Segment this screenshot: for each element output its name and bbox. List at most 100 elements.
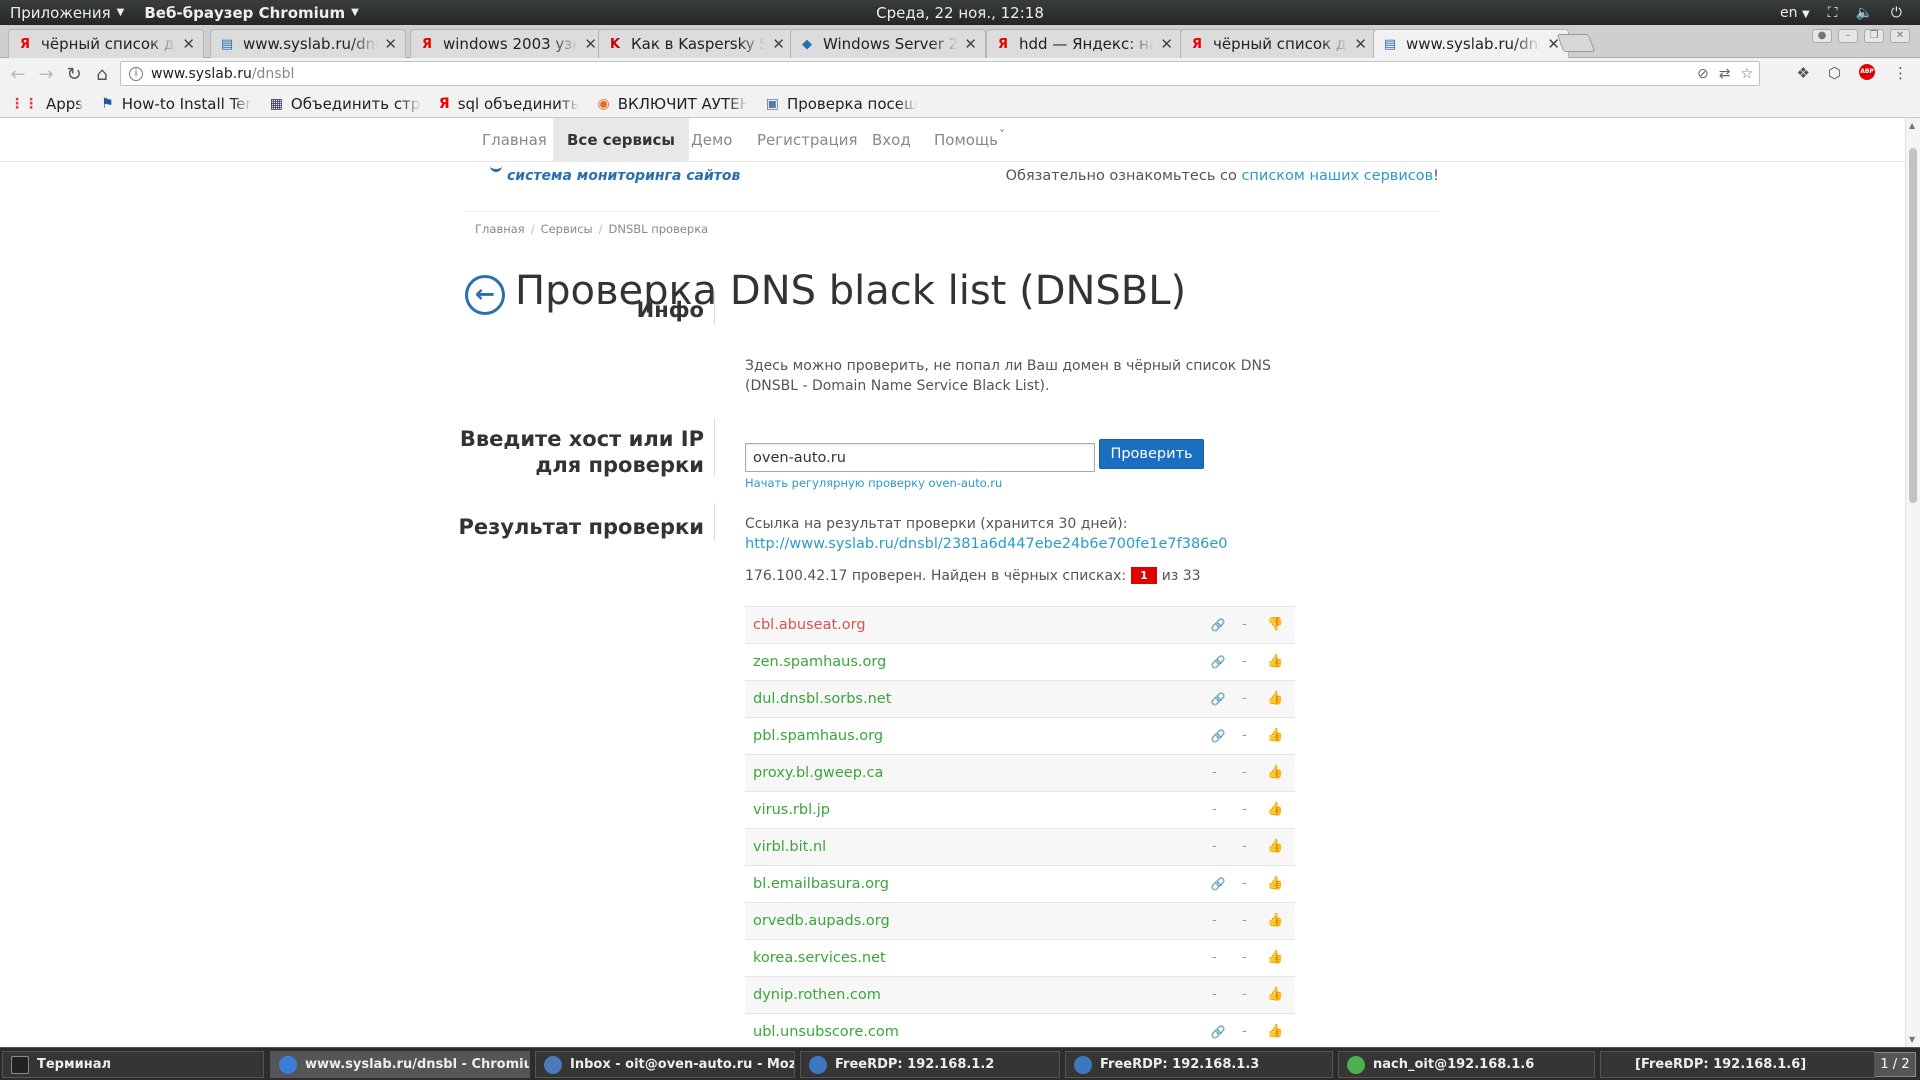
page-viewport: Главная Все сервисы Демо Регистрация Вход Пом… (0, 118, 1905, 1047)
blacklist-domain[interactable]: dynip.rothen.com (753, 977, 881, 1013)
reload-icon[interactable]: ↻ (60, 64, 88, 85)
link-icon[interactable]: 🔗 (1209, 866, 1227, 902)
browser-tab[interactable]: Яwindows 2003 узнать ✕ (410, 29, 606, 58)
taskbar-item[interactable]: nach_oit@192.168.1.6 (1338, 1051, 1595, 1078)
new-tab-button[interactable] (1556, 34, 1596, 52)
site-nav-item[interactable]: Вход (858, 118, 925, 162)
scroll-up-icon[interactable]: ▲ (1909, 121, 1915, 130)
bookmark-item[interactable]: ▣ Проверка посещаемости (766, 95, 917, 113)
site-nav-item[interactable]: Демо (677, 118, 746, 162)
extension-icon[interactable]: ❖ (1796, 64, 1809, 82)
browser-tab[interactable]: Яhdd — Яндекс: нашлось ✕ (986, 29, 1182, 58)
profile-icon[interactable]: ● (1812, 29, 1832, 43)
bookmark-item[interactable]: Яsql объединить (439, 95, 580, 113)
close-tab-icon[interactable]: ✕ (772, 35, 785, 53)
blacklist-domain[interactable]: cbl.abuseat.org (753, 607, 866, 643)
tab-title: чёрный список домена (41, 35, 176, 53)
browser-tab[interactable]: ▤www.syslab.ru/dnsbl✕ (1373, 29, 1569, 58)
close-tab-icon[interactable]: ✕ (182, 35, 195, 53)
thumbs-up-icon: 👍 (1267, 913, 1284, 928)
close-window-button[interactable]: ✕ (1890, 29, 1910, 43)
forward-arrow-icon[interactable]: → (32, 64, 60, 85)
extension-shield-icon[interactable]: ⬡ (1828, 64, 1841, 82)
bookmark-item[interactable]: ◉ ВКЛЮЧИТ АУТЕНТИФ (597, 95, 747, 113)
browser-tab[interactable]: ▤www.syslab.ru/dnsbl✕ (210, 29, 406, 58)
tab-title: чёрный список домена (1213, 35, 1348, 53)
browser-tab[interactable]: K Как в Kaspersky Security ✕ (598, 29, 794, 58)
taskbar-item[interactable]: www.syslab.ru/dnsbl - Chromium (270, 1051, 530, 1078)
browser-tab[interactable]: ◆ Windows Server 2003 ✕ (790, 29, 986, 58)
terminal-icon (11, 1055, 29, 1074)
bookmark-star-icon[interactable]: ☆ (1740, 66, 1753, 82)
blacklist-domain[interactable]: virus.rbl.jp (753, 792, 830, 828)
close-tab-icon[interactable]: ✕ (1160, 35, 1173, 53)
back-arrow-icon[interactable]: ← (465, 275, 505, 315)
bookmark-title: Apps (46, 94, 84, 113)
browser-tab[interactable]: Ячёрный список домена ✕ (8, 29, 204, 58)
scroll-down-icon[interactable]: ▼ (1909, 1035, 1915, 1044)
blacklist-domain[interactable]: pbl.spamhaus.org (753, 718, 883, 754)
address-bar[interactable]: i www.syslab.ru/dnsbl ⊘ ⇄ ☆ (120, 61, 1760, 86)
adblock-plus-icon[interactable]: ABP (1859, 64, 1875, 80)
breadcrumb-services[interactable]: Сервисы (541, 222, 593, 236)
blacklist-domain[interactable]: dul.dnsbl.sorbs.net (753, 681, 891, 717)
taskbar-item[interactable]: FreeRDP: 192.168.1.3 (1065, 1051, 1333, 1078)
page-scrollbar[interactable]: ▲ ▼ (1905, 118, 1920, 1047)
check-button[interactable]: Проверить (1099, 439, 1204, 469)
close-tab-icon[interactable]: ✕ (1354, 35, 1367, 53)
blacklist-row: ubl.unsubscore.com 🔗 - 👍 (745, 1013, 1295, 1047)
blacklist-domain[interactable]: zen.spamhaus.org (753, 644, 886, 680)
link-icon[interactable]: 🔗 (1209, 644, 1227, 680)
site-nav-item[interactable]: Главная (468, 118, 561, 162)
active-app-menu[interactable]: Веб-браузер Chromium ▼ (134, 4, 368, 22)
language-indicator[interactable]: en ▼ (1780, 5, 1810, 21)
site-nav-item[interactable]: Регистрация (743, 118, 872, 162)
info-label: Инфо (636, 298, 704, 322)
bookmark-item[interactable]: ▦ Объединить страницы (270, 95, 421, 113)
power-icon[interactable]: ⏻ (1891, 5, 1902, 21)
network-icon[interactable]: ⛶ (1828, 5, 1838, 21)
result-permalink[interactable]: http://www.syslab.ru/dnsbl/2381a6d447ebe… (745, 536, 1228, 552)
blacklist-domain[interactable]: ubl.unsubscore.com (753, 1014, 899, 1047)
bookmark-item[interactable]: ⋮⋮ Apps (10, 95, 83, 113)
link-icon[interactable]: 🔗 (1209, 681, 1227, 717)
maximize-button[interactable]: ❐ (1864, 29, 1884, 43)
divider (714, 503, 715, 541)
taskbar-item[interactable]: [FreeRDP: 192.168.1.6] (1600, 1051, 1875, 1078)
browser-tab[interactable]: Ячёрный список домена ✕ (1180, 29, 1376, 58)
blacklist-domain[interactable]: virbl.bit.nl (753, 829, 826, 865)
blacklist-domain[interactable]: orvedb.aupads.org (753, 903, 890, 939)
site-nav-item[interactable]: Все сервисы (553, 118, 689, 162)
apps-menu[interactable]: Приложения ▼ (0, 4, 134, 22)
back-arrow-icon[interactable]: ← (4, 64, 32, 85)
link-icon[interactable]: 🔗 (1209, 1014, 1227, 1047)
blocked-content-icon[interactable]: ⊘ (1697, 66, 1709, 82)
blacklist-domain[interactable]: proxy.bl.gweep.ca (753, 755, 883, 791)
taskbar-item[interactable]: Терминал (2, 1051, 264, 1078)
blacklist-domain[interactable]: bl.emailbasura.org (753, 866, 889, 902)
host-input[interactable] (745, 443, 1095, 472)
workspace-pager[interactable]: 1 / 2 (1874, 1052, 1916, 1077)
home-icon[interactable]: ⌂ (88, 64, 116, 85)
chevron-down-icon: ▼ (1801, 8, 1810, 20)
site-info-icon[interactable]: i (129, 66, 143, 81)
blacklist-domain[interactable]: korea.services.net (753, 940, 886, 976)
link-icon[interactable]: 🔗 (1209, 718, 1227, 754)
link-icon[interactable]: 🔗 (1209, 607, 1227, 643)
browser-menu-icon[interactable]: ⋮ (1893, 64, 1908, 82)
services-list-link[interactable]: списком наших сервисов (1241, 168, 1433, 184)
dash: - (1212, 839, 1217, 854)
volume-icon[interactable]: 🔈 (1855, 5, 1872, 21)
translate-icon[interactable]: ⇄ (1719, 66, 1731, 82)
bookmark-item[interactable]: ⚑ How-to Install Terminal (101, 95, 252, 113)
regular-check-link[interactable]: Начать регулярную проверку oven-auto.ru (745, 476, 1002, 490)
minimize-button[interactable]: – (1838, 29, 1858, 43)
taskbar-item[interactable]: Inbox - oit@oven-auto.ru - Mozilla Thund… (535, 1051, 795, 1078)
breadcrumb-home[interactable]: Главная (475, 222, 525, 236)
scrollbar-thumb[interactable] (1909, 148, 1917, 503)
close-tab-icon[interactable]: ✕ (964, 35, 977, 53)
dash: - (1212, 987, 1217, 1002)
close-tab-icon[interactable]: ✕ (584, 35, 597, 53)
taskbar-item[interactable]: FreeRDP: 192.168.1.2 (800, 1051, 1060, 1078)
close-tab-icon[interactable]: ✕ (384, 35, 397, 53)
